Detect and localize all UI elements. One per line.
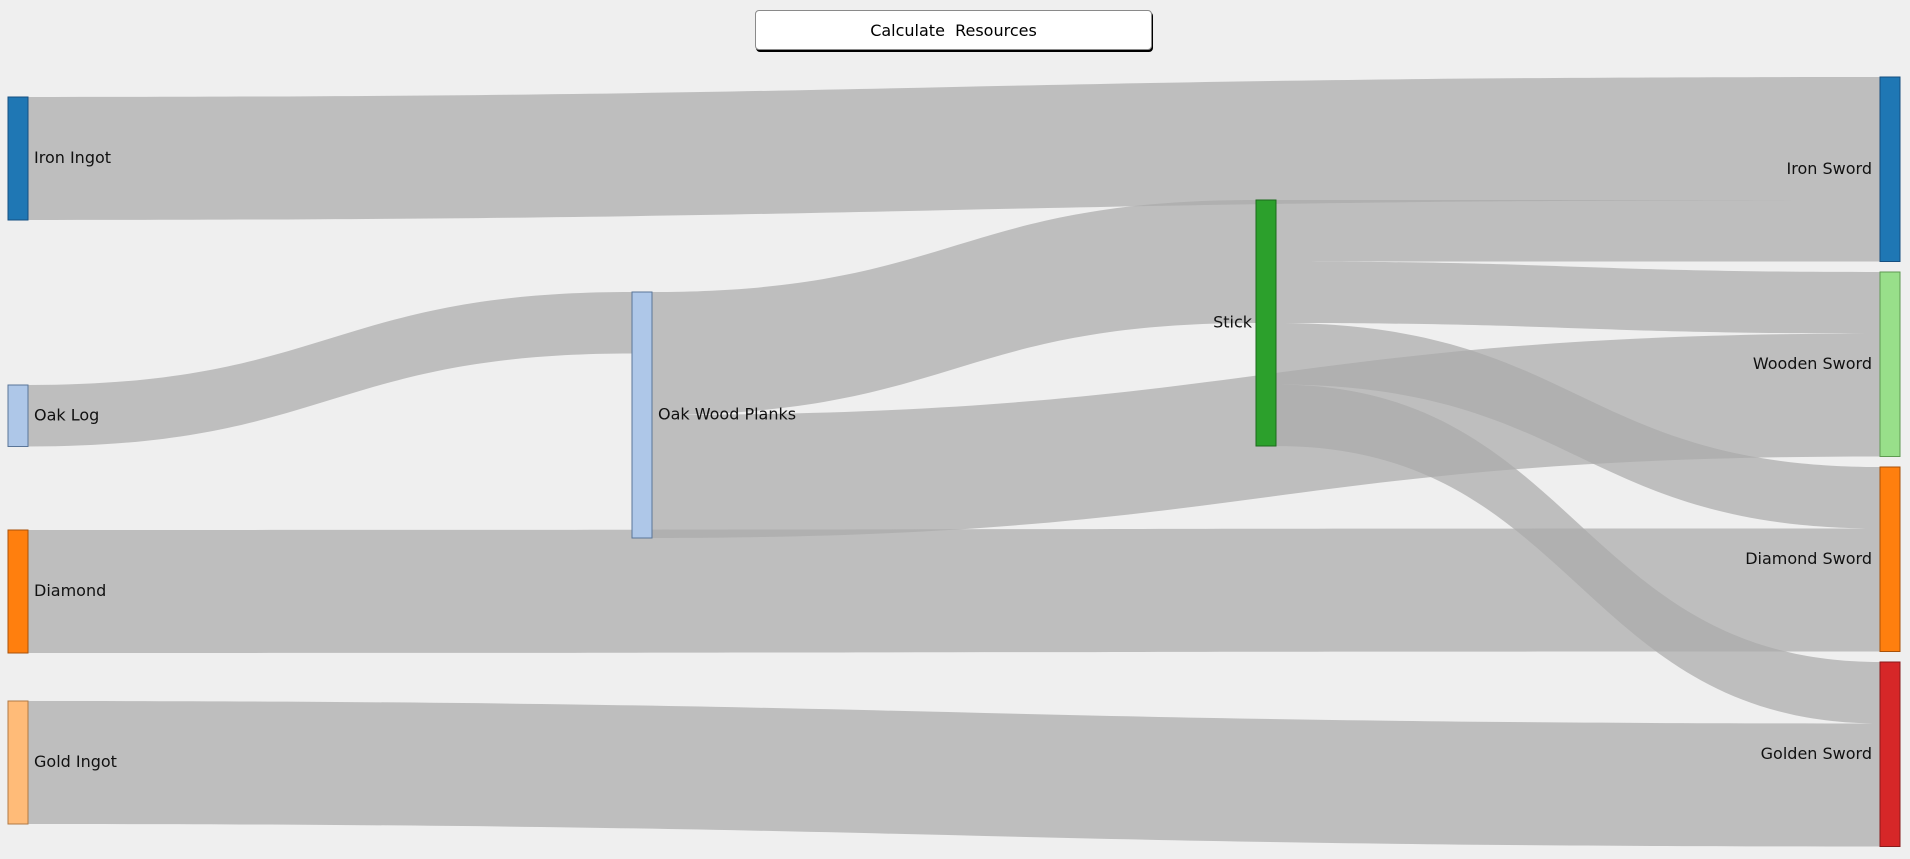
node-oak-log[interactable] <box>7 384 29 447</box>
node-label-gold-ingot: Gold Ingot <box>34 752 117 771</box>
node-label-stick: Stick <box>1213 313 1253 332</box>
node-gold-ingot[interactable] <box>7 700 29 825</box>
node-diamond-sword[interactable] <box>1879 466 1901 652</box>
node-iron-sword[interactable] <box>1879 76 1901 262</box>
node-label-diamond-sword: Diamond Sword <box>1745 549 1872 568</box>
link-oak_log-to-oak_wood_planks <box>28 292 632 447</box>
link-stick-to-wooden_sword <box>1276 261 1880 334</box>
node-label-diamond: Diamond <box>34 581 106 600</box>
link-stick-to-iron_sword <box>1276 200 1880 262</box>
node-label-iron-sword: Iron Sword <box>1787 159 1872 178</box>
sankey-app: Calculate Resources Iron Ingot Oak Log Dia… <box>0 0 1910 859</box>
links-layer <box>28 77 1880 847</box>
link-diamond-to-diamond_sword <box>28 528 1880 653</box>
node-stick[interactable] <box>1255 199 1277 447</box>
node-label-oak-wood-planks: Oak Wood Planks <box>658 405 796 424</box>
node-oak-wood-planks[interactable] <box>631 291 653 539</box>
node-label-iron-ingot: Iron Ingot <box>34 148 111 167</box>
link-gold_ingot-to-golden_sword <box>28 701 1880 847</box>
node-golden-sword[interactable] <box>1879 661 1901 847</box>
node-iron-ingot[interactable] <box>7 96 29 221</box>
node-label-wooden-sword: Wooden Sword <box>1753 354 1872 373</box>
link-oak_wood_planks-to-stick <box>652 200 1256 415</box>
link-iron_ingot-to-iron_sword <box>28 77 1880 220</box>
node-wooden-sword[interactable] <box>1879 271 1901 457</box>
sankey-diagram: Iron Ingot Oak Log Diamond Gold Ingot Oak Wo… <box>7 76 1901 847</box>
node-label-oak-log: Oak Log <box>34 405 99 424</box>
node-diamond[interactable] <box>7 529 29 654</box>
node-label-golden-sword: Golden Sword <box>1761 744 1872 763</box>
